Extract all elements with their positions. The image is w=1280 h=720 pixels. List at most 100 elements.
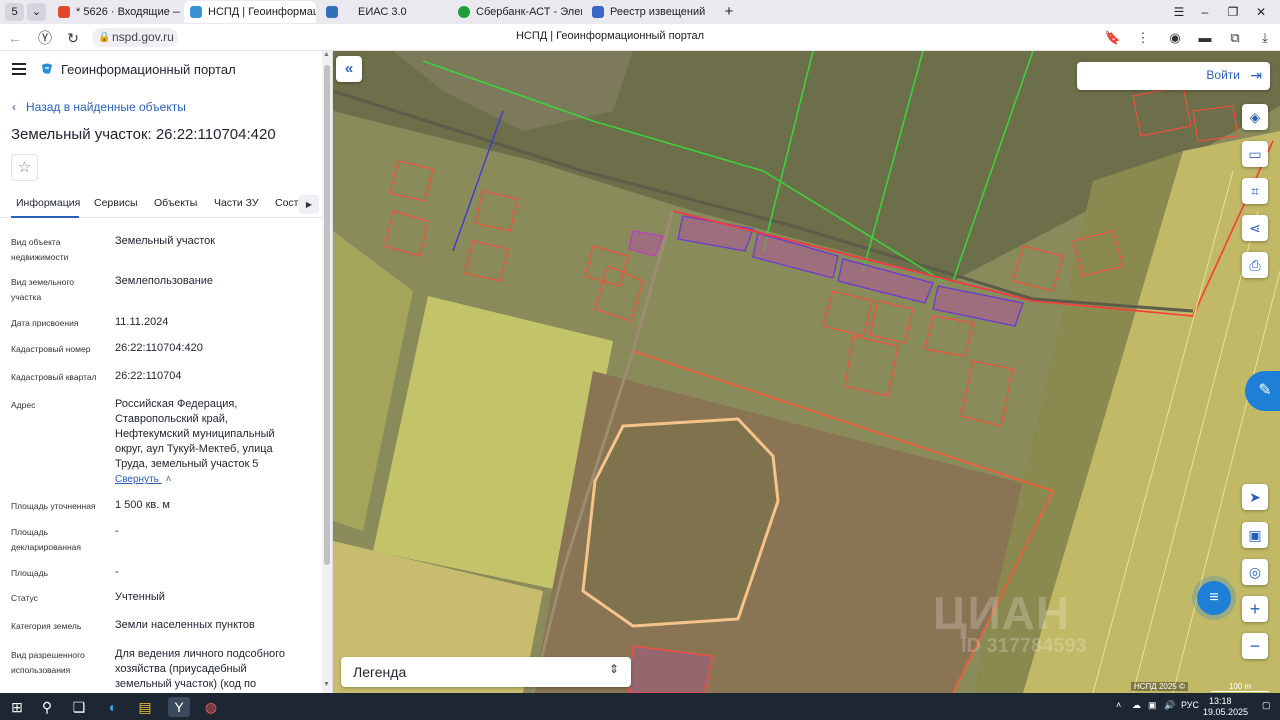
attr-label-object-type: Вид объекта недвижимости	[11, 237, 69, 262]
satellite-map	[333, 51, 1280, 693]
favorite-star-icon[interactable]: ☆	[11, 154, 38, 181]
back-arrow-icon[interactable]: ←	[5, 28, 25, 48]
clock-date[interactable]: 19.05.2025	[1203, 707, 1248, 717]
chat-icon[interactable]: ≡	[1197, 581, 1231, 615]
bookmark-icon[interactable]: 🔖	[1104, 29, 1122, 47]
task-view-icon[interactable]: ❏	[68, 697, 90, 717]
share-icon[interactable]: ⋖	[1242, 215, 1268, 241]
attr-value-date: 11.11.2024	[115, 316, 169, 328]
browser-tab-strip: 5 ⌄ * 5626 · Входящие — Янд НСПД | Геоин…	[0, 0, 1280, 24]
attr-label-permitted-use: Вид разрешенного использования	[11, 650, 85, 675]
close-window-icon[interactable]: ✕	[1248, 2, 1274, 22]
chevron-left-icon: ‹	[12, 100, 16, 114]
zoom-in-icon[interactable]: +	[1242, 596, 1268, 622]
attr-label-area: Площадь	[11, 568, 49, 578]
portal-name: Геоинформационный портал	[61, 62, 236, 77]
extension-icon[interactable]: ◉	[1166, 29, 1184, 47]
tab-information[interactable]: Информация	[16, 197, 80, 209]
registry-favicon-icon	[592, 6, 604, 18]
browser-tab-registry[interactable]: Реестр извещений	[586, 1, 714, 23]
feedback-side-tab-icon[interactable]: ✎	[1245, 371, 1280, 411]
map-scale: 100 m	[1211, 682, 1269, 692]
scrollbar-thumb[interactable]	[324, 65, 330, 565]
browser-tab-mail[interactable]: * 5626 · Входящие — Янд	[52, 1, 180, 23]
attr-value-area-refined: 1 500 кв. м	[115, 499, 170, 511]
tab-parts[interactable]: Части ЗУ	[214, 197, 259, 209]
back-to-results-link[interactable]: ‹ Назад в найденные объекты	[12, 100, 186, 114]
menu-hamburger-icon[interactable]	[12, 63, 26, 75]
screenshot-icon[interactable]: ⧉	[1226, 29, 1244, 47]
attr-label-land-category: Категория земель	[11, 621, 82, 631]
nspd-favicon-icon	[190, 6, 202, 18]
collapse-address-link[interactable]: Свернуть ˄	[115, 474, 171, 485]
ruler-icon[interactable]: ▭	[1242, 141, 1268, 167]
restore-window-icon[interactable]: ❐	[1220, 2, 1246, 22]
attr-value-land-category: Земли населенных пунктов	[115, 619, 255, 631]
tab-services[interactable]: Сервисы	[94, 197, 138, 209]
tab-list-chevron-icon[interactable]: ⌄	[27, 3, 46, 21]
yandex-browser-icon[interactable]: Y	[168, 697, 190, 717]
panel-scrollbar[interactable]: ▲ ▼	[322, 51, 332, 693]
expand-collapse-icon: ⇕	[608, 662, 619, 676]
browser-tab-sberbank[interactable]: Сбербанк-АСТ - Электро	[452, 1, 582, 23]
browser-menu-icon[interactable]: ☰	[1166, 2, 1192, 22]
downloads-icon[interactable]: ▬	[1196, 29, 1214, 47]
collapse-panel-icon[interactable]: «	[336, 56, 362, 82]
legend-dropdown[interactable]: Легенда ⇕	[341, 657, 631, 687]
reload-icon[interactable]: ↻	[63, 28, 83, 48]
tabs-scroll-right-icon[interactable]: ▶	[299, 195, 319, 214]
select-area-icon[interactable]: ⌗	[1242, 178, 1268, 204]
browser-tab-label: НСПД | Геоинформацио	[208, 6, 316, 18]
attr-value-permitted-use: Для ведения личного подсобного хозяйства…	[115, 648, 286, 690]
tab-objects[interactable]: Объекты	[154, 197, 197, 209]
more-vertical-icon[interactable]: ⋮	[1134, 29, 1152, 47]
login-label: Войти	[1206, 68, 1240, 82]
panel-tabs: Информация Сервисы Объекты Части ЗУ Сост…	[0, 191, 322, 218]
tray-chevron-icon[interactable]: ˄	[1116, 700, 1121, 710]
url-field[interactable]: 🔒 nspd.gov.ru	[92, 28, 178, 47]
attr-label-date: Дата присвоения	[11, 318, 79, 328]
login-button[interactable]: Войти ⇥	[1077, 62, 1270, 90]
tray-network-icon[interactable]: ▣	[1148, 700, 1157, 711]
scroll-up-icon[interactable]: ▲	[323, 51, 330, 58]
layers-icon[interactable]: ◈	[1242, 104, 1268, 130]
tray-volume-icon[interactable]: 🔊	[1164, 700, 1175, 711]
edge-browser-icon[interactable]: ◐	[102, 697, 124, 717]
attr-label-cadastral-number: Кадастровый номер	[11, 344, 91, 354]
minimap-icon[interactable]: ▣	[1242, 522, 1268, 548]
clock-time[interactable]: 13:18	[1209, 696, 1232, 706]
mail-favicon-icon	[58, 6, 70, 18]
browser-tab-eias[interactable]: ЕИАС 3.0	[320, 1, 448, 23]
location-icon[interactable]: ◎	[1242, 559, 1268, 585]
yandex-icon[interactable]: Ⓨ	[35, 28, 55, 48]
attr-value-land-type: Землепользование	[115, 275, 214, 287]
watermark-id: ID 317784593	[961, 635, 1087, 657]
page-title: Земельный участок: 26:22:110704:420	[11, 126, 276, 143]
browser-tab-nspd[interactable]: НСПД | Геоинформацио ✕	[184, 1, 316, 23]
zoom-out-icon[interactable]: −	[1242, 633, 1268, 659]
search-icon[interactable]: ⚲	[36, 697, 58, 717]
input-language[interactable]: РУС	[1181, 700, 1199, 710]
active-tab-indicator	[11, 216, 79, 218]
notifications-icon[interactable]: ▢	[1262, 700, 1271, 711]
browser-tab-label: Реестр извещений	[610, 6, 706, 18]
app-icon[interactable]: ◍	[200, 697, 222, 717]
tab-counter[interactable]: 5	[5, 3, 24, 21]
attr-value-cadastral-number: 26:22:110704:420	[115, 342, 203, 354]
lock-icon: 🔒	[98, 32, 111, 43]
download-arrow-icon[interactable]: ⤓	[1256, 29, 1274, 47]
windows-start-icon[interactable]: ⊞	[6, 697, 28, 717]
navigate-icon[interactable]: ➤	[1242, 484, 1268, 510]
attr-label-area-declared: Площадь декларированная	[11, 527, 81, 552]
map-canvas[interactable]: ЦИАН ID 317784593 « Войти ⇥ ◈ ▭ ⌗ ⋖ ⎙ ✎ …	[333, 51, 1280, 693]
attr-label-status: Статус	[11, 593, 38, 603]
new-tab-button[interactable]: +	[716, 2, 742, 22]
minimize-window-icon[interactable]: –	[1192, 2, 1218, 22]
file-explorer-icon[interactable]: ▤	[134, 697, 156, 717]
eias-favicon-icon	[326, 6, 338, 18]
scroll-down-icon[interactable]: ▼	[323, 681, 330, 688]
legend-label: Легенда	[353, 664, 407, 680]
tray-cloud-icon[interactable]: ☁	[1132, 700, 1141, 711]
attr-label-area-refined: Площадь уточненная	[11, 501, 96, 511]
print-icon[interactable]: ⎙	[1242, 252, 1268, 278]
